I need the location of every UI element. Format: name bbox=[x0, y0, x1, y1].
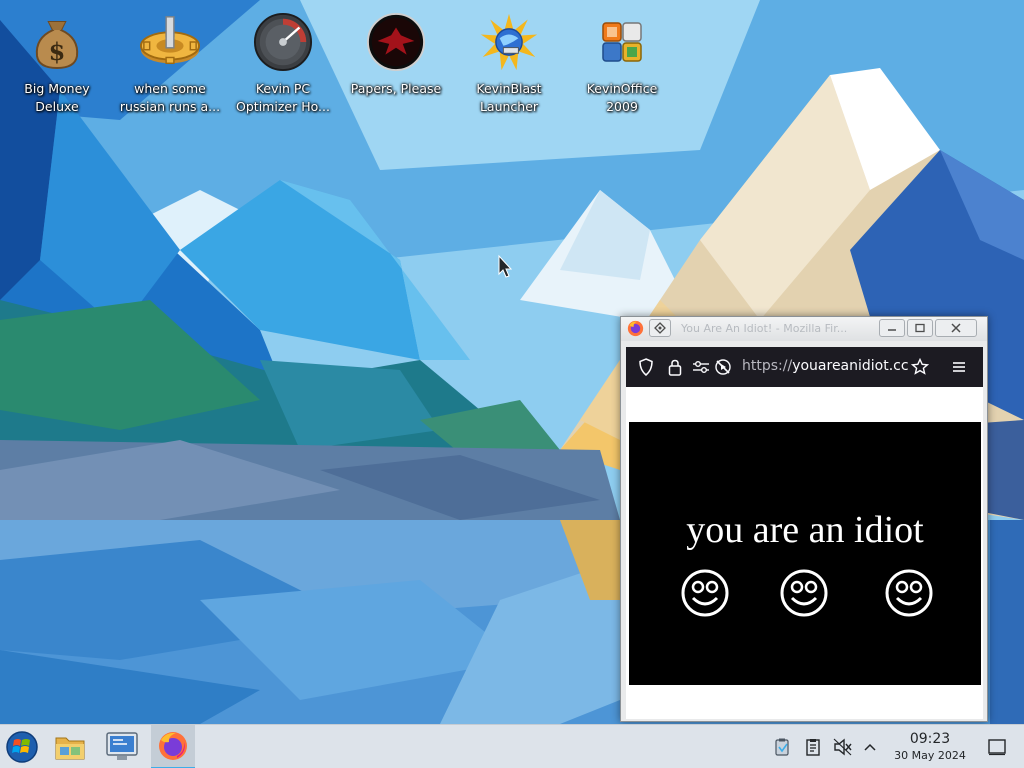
smiley-icon bbox=[885, 569, 933, 617]
maximize-button[interactable] bbox=[907, 319, 933, 337]
money-bag-icon: $ bbox=[27, 12, 87, 72]
taskbar: 09:23 30 May 2024 bbox=[0, 724, 1024, 768]
smiley-icon bbox=[780, 569, 828, 617]
tracking-protection-shield-icon[interactable] bbox=[637, 358, 655, 376]
smiley-icon bbox=[681, 569, 729, 617]
speedometer-icon bbox=[253, 12, 313, 72]
gear-icon bbox=[140, 12, 200, 72]
desktop-icon-label: Papers, Please bbox=[350, 81, 442, 96]
desktop-icon-papers-please[interactable]: Papers, Please bbox=[340, 4, 452, 98]
desktop-icon-label: when some russian runs a... bbox=[119, 81, 221, 114]
close-button[interactable] bbox=[935, 319, 977, 337]
folder-icon bbox=[55, 737, 85, 760]
notes-tray-icon[interactable] bbox=[803, 737, 823, 757]
sunburst-globe-icon bbox=[479, 12, 539, 72]
taskbar-firefox[interactable] bbox=[151, 725, 195, 768]
clock-date: 30 May 2024 bbox=[894, 749, 966, 762]
idiot-banner[interactable]: you are an idiot bbox=[629, 422, 981, 685]
browser-window[interactable]: You Are An Idiot! - Mozilla Fir... https… bbox=[620, 316, 988, 722]
taskbar-system-settings[interactable] bbox=[100, 725, 144, 768]
keep-above-button[interactable] bbox=[649, 319, 671, 337]
eagle-emblem-icon bbox=[366, 12, 426, 72]
desktop-icon-label: KevinBlast Launcher bbox=[476, 81, 542, 114]
firefox-icon bbox=[159, 732, 187, 760]
desktop-icon-russian[interactable]: when some russian runs a... bbox=[114, 4, 226, 116]
window-title: You Are An Idiot! - Mozilla Fir... bbox=[681, 322, 848, 335]
office-logo-icon bbox=[592, 12, 652, 72]
desktop-icon-kevinoffice-2009[interactable]: KevinOffice 2009 bbox=[566, 4, 678, 116]
url-bar[interactable]: https://youareanidiot.cc bbox=[742, 358, 914, 376]
desktop-icon-label: KevinOffice 2009 bbox=[586, 81, 658, 114]
digital-clock[interactable]: 09:23 30 May 2024 bbox=[882, 731, 978, 763]
url-host: youareanidiot.cc bbox=[792, 358, 909, 374]
window-titlebar[interactable]: You Are An Idiot! - Mozilla Fir... bbox=[621, 317, 987, 341]
taskbar-file-manager[interactable] bbox=[48, 725, 92, 768]
computer-monitor-icon bbox=[106, 732, 138, 760]
desktop-icon-kevinblast-launcher[interactable]: KevinBlast Launcher bbox=[453, 4, 565, 116]
start-menu-button[interactable] bbox=[0, 725, 44, 768]
bookmark-star-icon[interactable] bbox=[911, 358, 929, 376]
firefox-window-icon bbox=[627, 320, 644, 341]
lock-icon[interactable] bbox=[666, 358, 684, 376]
minimize-button[interactable] bbox=[879, 319, 905, 337]
web-page: you are an idiot bbox=[626, 387, 983, 719]
hamburger-menu-icon[interactable] bbox=[950, 358, 968, 376]
chevron-up-icon[interactable] bbox=[860, 737, 880, 757]
windows-orb-icon bbox=[6, 731, 38, 763]
desktop-icon-big-money-deluxe[interactable]: $ Big Money Deluxe bbox=[1, 4, 113, 116]
volume-muted-icon[interactable] bbox=[833, 737, 853, 757]
browser-toolbar: https://youareanidiot.cc bbox=[626, 347, 983, 387]
url-scheme: https:// bbox=[742, 358, 793, 374]
show-desktop-button[interactable] bbox=[986, 737, 1008, 757]
permissions-icon[interactable] bbox=[692, 358, 710, 376]
desktop-icon-label: Kevin PC Optimizer Ho... bbox=[236, 81, 330, 114]
clipboard-tray-icon[interactable] bbox=[772, 737, 792, 757]
autoplay-blocked-icon[interactable] bbox=[714, 358, 732, 376]
desktop-icon-label: Big Money Deluxe bbox=[24, 81, 90, 114]
clock-time: 09:23 bbox=[909, 731, 951, 747]
svg-text:$: $ bbox=[49, 37, 66, 66]
desktop-icon-kevin-pc-optimizer[interactable]: Kevin PC Optimizer Ho... bbox=[227, 4, 339, 116]
show-desktop-icon bbox=[988, 739, 1006, 756]
headline: you are an idiot bbox=[686, 509, 924, 551]
